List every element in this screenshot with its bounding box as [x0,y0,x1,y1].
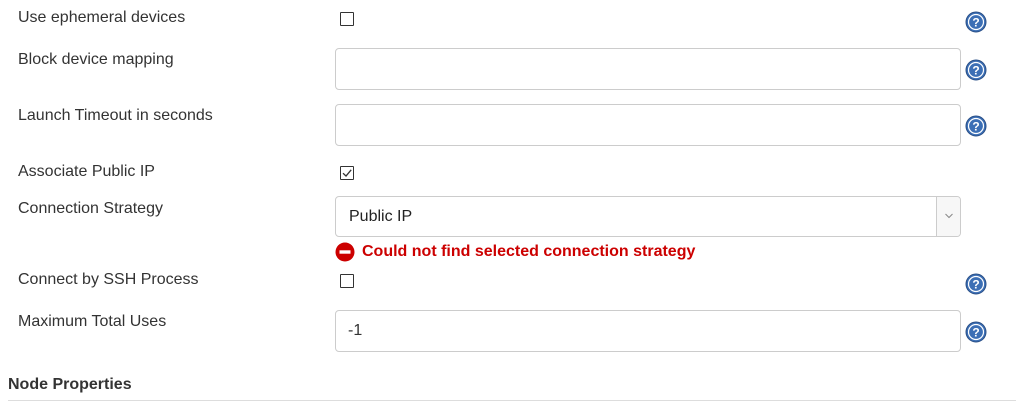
max-uses-label: Maximum Total Uses [18,313,167,330]
ephemeral-checkbox[interactable] [340,12,354,26]
svg-text:?: ? [972,120,979,134]
help-icon[interactable]: ? [965,59,987,81]
svg-text:?: ? [972,16,979,30]
connection-strategy-error: Could not find selected connection strat… [335,242,695,262]
help-icon[interactable]: ? [965,11,987,33]
connection-strategy-select[interactable]: Public IP [335,196,961,237]
help-icon[interactable]: ? [965,321,987,343]
block-device-input[interactable] [335,48,961,90]
section-title: Node Properties [8,376,132,393]
ssh-process-label: Connect by SSH Process [18,271,199,288]
chevron-down-icon[interactable] [936,197,960,236]
public-ip-checkbox[interactable] [340,166,354,180]
ssh-process-checkbox[interactable] [340,274,354,288]
help-icon[interactable]: ? [965,273,987,295]
connection-strategy-value: Public IP [349,208,413,225]
launch-timeout-input[interactable] [335,104,961,146]
svg-text:?: ? [972,64,979,78]
svg-text:?: ? [972,278,979,292]
svg-text:?: ? [972,326,979,340]
max-uses-input[interactable] [335,310,961,352]
section-divider [8,400,1016,401]
error-icon [335,242,355,262]
ephemeral-label: Use ephemeral devices [18,9,186,26]
error-message: Could not find selected connection strat… [362,243,696,260]
block-device-label: Block device mapping [18,51,174,68]
public-ip-label: Associate Public IP [18,163,155,180]
help-icon[interactable]: ? [965,115,987,137]
launch-timeout-label: Launch Timeout in seconds [18,107,213,124]
connection-strategy-label: Connection Strategy [18,200,163,217]
checkmark-icon [342,169,352,177]
